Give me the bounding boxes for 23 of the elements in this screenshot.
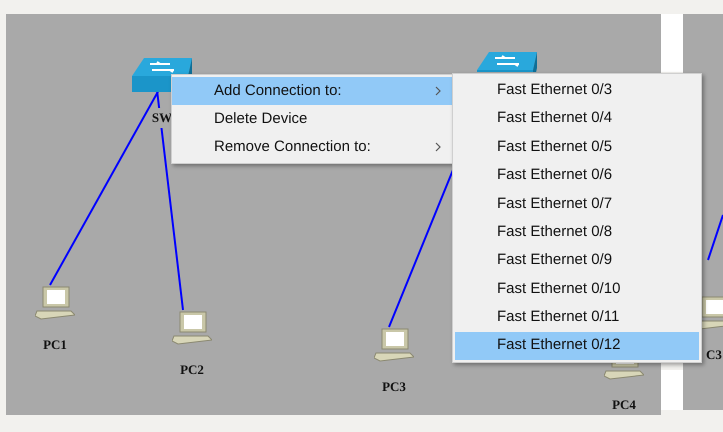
- menu-item[interactable]: Fast Ethernet 0/3: [455, 76, 699, 104]
- device-label: SW: [152, 108, 172, 128]
- menu-item[interactable]: Fast Ethernet 0/11: [455, 303, 699, 332]
- menu-item[interactable]: Fast Ethernet 0/8: [455, 218, 699, 246]
- chevron-right-icon: [434, 142, 442, 152]
- menu-item[interactable]: Fast Ethernet 0/6: [455, 161, 699, 190]
- menu-item[interactable]: Fast Ethernet 0/4: [455, 104, 699, 133]
- computer-icon: [172, 310, 212, 346]
- chevron-right-icon: [434, 86, 442, 96]
- menu-item[interactable]: Fast Ethernet 0/10: [455, 274, 699, 304]
- menu-item[interactable]: Add Connection to:: [172, 77, 452, 105]
- menu-item[interactable]: Remove Connection to:: [172, 133, 452, 161]
- scrollbar-strip: [661, 14, 683, 72]
- scrollbar-strip: [661, 370, 683, 410]
- menu-item[interactable]: Fast Ethernet 0/7: [455, 190, 699, 218]
- menu-item[interactable]: Fast Ethernet 0/12: [455, 332, 699, 360]
- switch-icon: [475, 50, 539, 72]
- menu-item[interactable]: Fast Ethernet 0/5: [455, 132, 699, 162]
- computer-icon: [35, 285, 75, 321]
- menu-item[interactable]: Delete Device: [172, 105, 452, 133]
- computer-icon: [374, 327, 414, 363]
- connection-line: [707, 214, 723, 260]
- menu-item[interactable]: Fast Ethernet 0/9: [455, 246, 699, 275]
